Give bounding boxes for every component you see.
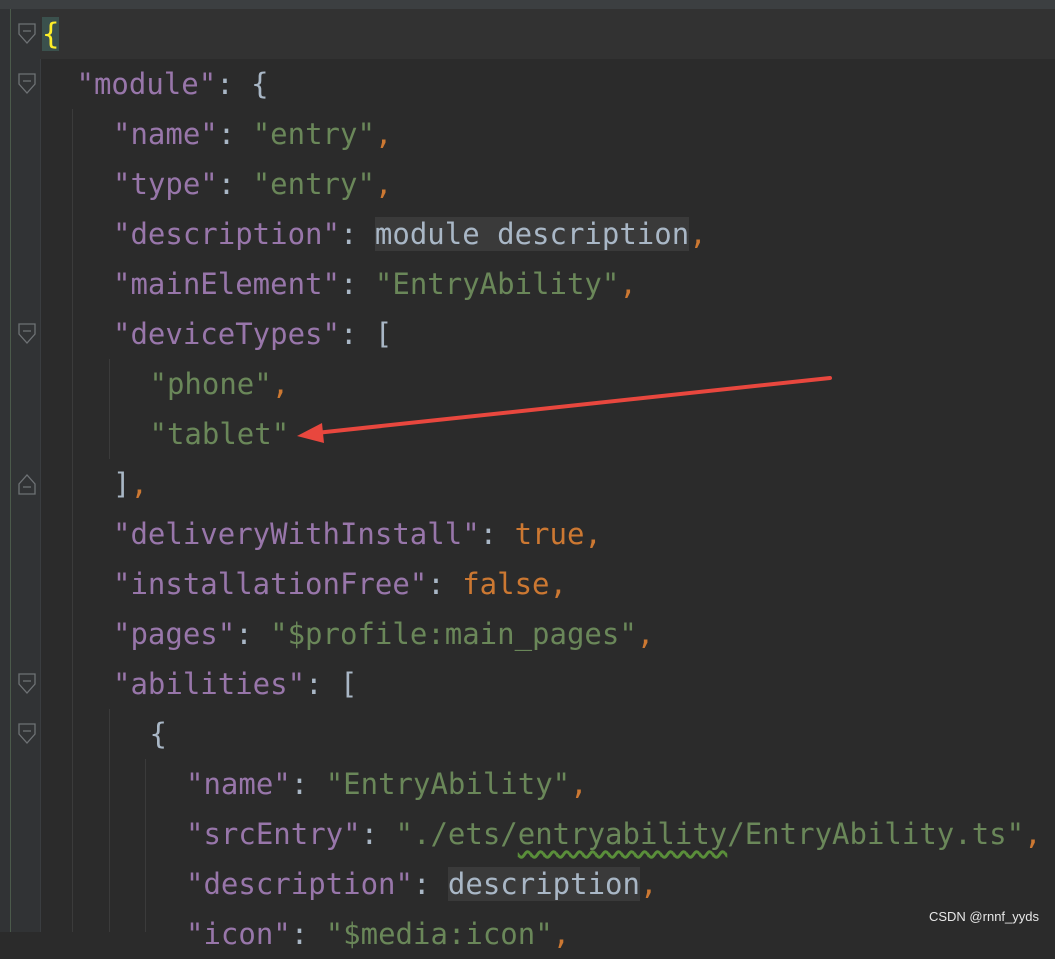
watermark: CSDN @rnnf_yyds [928,909,1039,924]
red-arrow-annotation [297,376,832,443]
